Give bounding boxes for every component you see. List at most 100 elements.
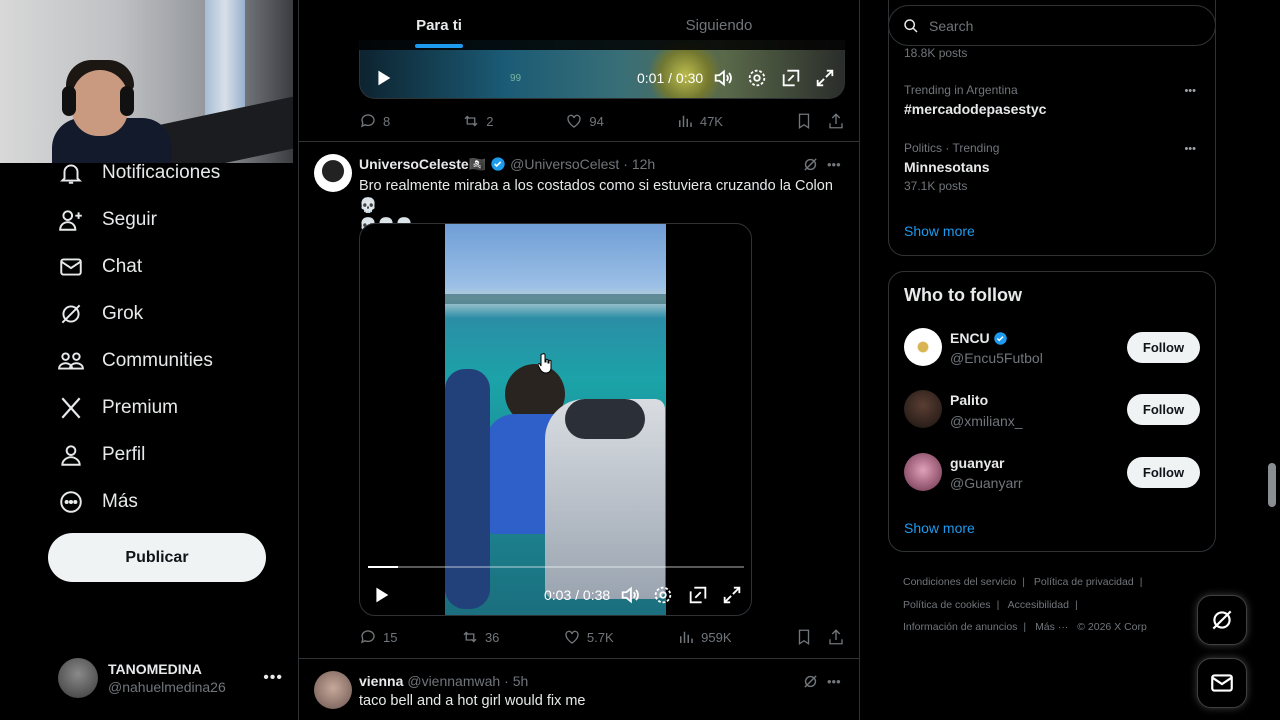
nav-notifications-label: Notificaciones — [102, 162, 221, 183]
more-link[interactable]: Más ··· — [1035, 621, 1068, 633]
bookmark-icon[interactable] — [795, 628, 813, 646]
nav-more-label: Más — [102, 491, 138, 512]
avatar[interactable] — [314, 154, 352, 192]
suggested-user-name[interactable]: Palito — [950, 392, 988, 408]
nav-chat-label: Chat — [102, 256, 143, 277]
follow-button[interactable]: Follow — [1127, 332, 1200, 363]
trend-item[interactable]: Trending in Argentina #mercadodepasestyc… — [904, 83, 1200, 117]
search-icon — [904, 18, 918, 33]
messages-floating-button[interactable] — [1197, 658, 1247, 708]
who-to-follow-title: Who to follow — [904, 285, 1022, 305]
tab-following[interactable]: Siguiendo — [579, 0, 859, 50]
share-icon[interactable] — [827, 628, 845, 646]
play-icon[interactable] — [370, 584, 392, 606]
nav-chat[interactable]: Chat — [58, 247, 142, 287]
more-circle-icon — [60, 491, 82, 513]
nav-follow[interactable]: Seguir — [58, 200, 157, 240]
search-bar[interactable]: Search — [888, 5, 1216, 46]
verified-badge-icon — [491, 157, 505, 171]
account-handle: @nahuelmedina26 — [108, 679, 226, 695]
author-handle[interactable]: @viennamwah — [407, 673, 500, 689]
bookmark-icon[interactable] — [795, 112, 813, 130]
nav-profile[interactable]: Perfil — [58, 435, 145, 475]
video-progress-track[interactable] — [368, 566, 744, 568]
post-video[interactable]: 0:03 / 0:38 — [359, 223, 752, 616]
communities-icon — [58, 352, 84, 370]
accessibility-link[interactable]: Accesibilidad — [1008, 599, 1069, 611]
more-dots-icon[interactable]: ••• — [263, 669, 283, 687]
suggested-user-name[interactable]: guanyar — [950, 455, 1004, 471]
nav-grok-label: Grok — [102, 303, 144, 324]
webcam-overlay — [0, 0, 293, 163]
nav-grok[interactable]: Grok — [58, 294, 143, 334]
like-button[interactable]: 94 — [565, 112, 604, 130]
video-progress-fill — [368, 566, 399, 568]
author-name[interactable]: vienna — [359, 673, 403, 689]
share-icon[interactable] — [827, 112, 845, 130]
avatar[interactable] — [314, 671, 352, 709]
volume-icon[interactable] — [619, 584, 641, 606]
fullscreen-icon[interactable] — [814, 67, 836, 89]
settings-icon[interactable] — [746, 67, 768, 89]
more-dots-icon[interactable]: ••• — [827, 157, 841, 172]
volume-icon[interactable] — [712, 67, 734, 89]
terms-link[interactable]: Condiciones del servicio — [903, 576, 1016, 588]
publish-button[interactable]: Publicar — [48, 533, 266, 582]
reply-button[interactable]: 15 — [359, 628, 397, 646]
like-button[interactable]: 5.7K — [563, 628, 614, 646]
pip-icon[interactable] — [687, 584, 709, 606]
fullscreen-icon[interactable] — [721, 584, 743, 606]
nav-more[interactable]: Más — [58, 482, 138, 522]
mail-icon — [60, 258, 82, 276]
overlay-count: 99 — [510, 72, 522, 84]
post-actions: 15 36 5.7K 959K — [359, 626, 845, 648]
post-time[interactable]: · 5h — [504, 673, 528, 689]
reply-icon — [360, 114, 375, 128]
author-name[interactable]: UniversoCeleste🏴‍☠️ — [359, 156, 486, 173]
show-more-follow-link[interactable]: Show more — [904, 520, 975, 536]
cookies-link[interactable]: Política de cookies — [903, 599, 991, 611]
nav-premium[interactable]: Premium — [58, 388, 178, 428]
nav-communities-label: Communities — [102, 350, 213, 371]
trend-item[interactable]: Politics · Trending Minnesotans 37.1K po… — [904, 141, 1200, 193]
suggested-user-handle: @Encu5Futbol — [950, 350, 1043, 366]
repost-button[interactable]: 36 — [461, 628, 499, 646]
show-more-trends-link[interactable]: Show more — [904, 223, 975, 239]
scrollbar-thumb[interactable] — [1268, 463, 1276, 507]
nav-communities[interactable]: Communities — [58, 341, 213, 381]
post-text: taco bell and a hot girl would fix me — [359, 693, 586, 709]
ads-info-link[interactable]: Información de anuncios — [903, 621, 1017, 633]
nav-notifications[interactable]: Notificaciones — [58, 153, 220, 193]
tab-for-you[interactable]: Para ti — [299, 0, 579, 50]
more-dots-icon[interactable]: ••• — [1184, 85, 1196, 97]
follow-button[interactable]: Follow — [1127, 457, 1200, 488]
repost-button[interactable]: 2 — [462, 112, 493, 130]
pip-icon[interactable] — [780, 67, 802, 89]
search-input[interactable]: Search — [929, 18, 973, 34]
reply-button[interactable]: 8 — [359, 112, 390, 130]
avatar[interactable] — [904, 453, 942, 491]
settings-icon[interactable] — [652, 584, 674, 606]
grok-icon[interactable] — [802, 673, 819, 690]
account-switcher[interactable]: TANOMEDINA @nahuelmedina26 ••• — [58, 656, 283, 700]
more-dots-icon[interactable]: ••• — [827, 674, 841, 689]
views-button[interactable]: 959K — [677, 628, 732, 646]
heart-icon — [565, 630, 579, 644]
follow-button[interactable]: Follow — [1127, 394, 1200, 425]
grok-floating-button[interactable] — [1197, 595, 1247, 645]
grok-icon — [61, 304, 81, 324]
privacy-link[interactable]: Política de privacidad — [1034, 576, 1134, 588]
avatar[interactable] — [904, 328, 942, 366]
suggested-user-name[interactable]: ENCU — [950, 330, 1008, 346]
play-icon[interactable] — [372, 67, 394, 89]
divider — [299, 658, 859, 659]
author-handle[interactable]: @UniversoCelest — [510, 156, 619, 172]
post-time[interactable]: · 12h — [623, 156, 655, 172]
grok-icon — [1212, 610, 1232, 630]
avatar[interactable] — [904, 390, 942, 428]
repost-icon — [463, 631, 477, 643]
more-dots-icon[interactable]: ••• — [1184, 143, 1196, 155]
grok-icon[interactable] — [802, 156, 819, 173]
views-button[interactable]: 47K — [676, 112, 723, 130]
post-header: vienna @viennamwah · 5h ••• — [359, 671, 845, 691]
